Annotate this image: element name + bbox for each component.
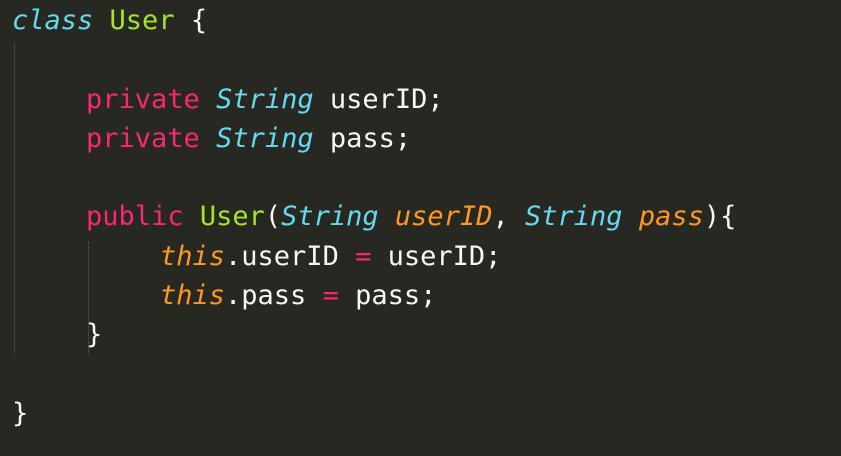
keyword-class: class [12, 5, 94, 36]
code-line-assign-userid[interactable]: this.userID = userID; [160, 237, 501, 277]
field-pass: pass; [329, 123, 412, 154]
member-userid: .userID [225, 241, 339, 272]
field-userid: userID; [329, 84, 444, 115]
assign-operator: = [322, 280, 339, 311]
code-line-assign-pass[interactable]: this.pass = pass; [160, 276, 436, 316]
keyword-this: this [160, 280, 226, 311]
code-line-class-declaration[interactable]: class User { [12, 1, 207, 41]
modifier-private: private [86, 123, 200, 154]
param-pass: pass [638, 201, 704, 232]
class-name: User [109, 5, 175, 36]
param-type-2: String [525, 201, 623, 232]
comma: , [492, 201, 509, 232]
code-line-constructor[interactable]: public User(String userID, String pass){ [86, 197, 736, 237]
type-string: String [216, 123, 314, 154]
close-brace: } [12, 398, 29, 429]
code-line-field-pass[interactable]: private String pass; [86, 119, 411, 159]
value-pass: pass; [355, 280, 437, 311]
code-line-class-close[interactable]: } [12, 394, 28, 434]
assign-operator: = [355, 241, 372, 272]
constructor-name: User [199, 201, 265, 232]
param-userid: userID [394, 201, 493, 232]
keyword-this: this [160, 241, 226, 272]
code-line-constructor-close[interactable]: } [86, 315, 102, 355]
indent-guide-outer [14, 44, 15, 354]
code-editor[interactable]: class User { private String userID; priv… [0, 0, 841, 456]
code-line-field-userid[interactable]: private String userID; [86, 80, 444, 120]
type-string: String [216, 84, 314, 115]
modifier-public: public [86, 201, 184, 232]
close-paren-brace: ){ [703, 201, 737, 232]
open-paren: ( [264, 201, 282, 232]
value-userid: userID; [387, 241, 502, 272]
param-type-1: String [281, 201, 379, 232]
modifier-private: private [86, 84, 200, 115]
member-pass: .pass [225, 280, 307, 311]
open-brace: { [190, 5, 208, 36]
close-brace: } [86, 319, 103, 350]
